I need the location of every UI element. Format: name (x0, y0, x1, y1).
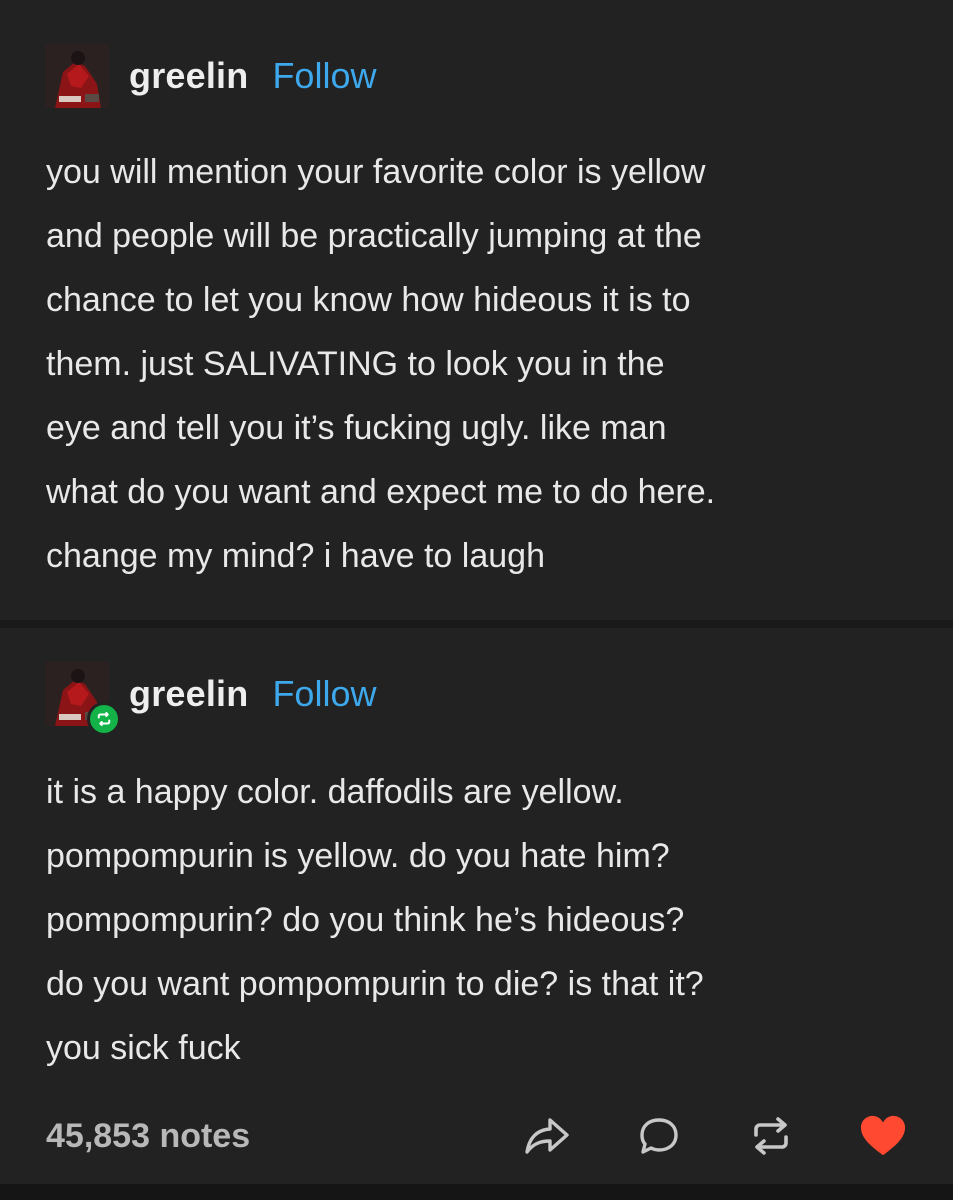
reply-button[interactable] (635, 1112, 683, 1160)
post-line: chance to let you know how hideous it is… (46, 281, 691, 319)
post-divider (0, 620, 953, 628)
share-arrow-icon (525, 1118, 569, 1154)
post-line: them. just SALIVATING to look you in the (46, 345, 665, 383)
user-avatar-icon (45, 44, 109, 108)
post-line: you sick fuck (46, 1029, 241, 1067)
post-line: and people will be practically jumping a… (46, 217, 702, 255)
username[interactable]: greelin (129, 55, 248, 97)
reblog-post: greelin Follow it is a happy color. daff… (0, 628, 953, 1184)
post-line: you will mention your favorite color is … (46, 153, 706, 191)
post-footer: 45,853 notes (46, 1106, 907, 1166)
post-line: what do you want and expect me to do her… (46, 473, 716, 511)
share-button[interactable] (523, 1112, 571, 1160)
original-post: greelin Follow you will mention your fav… (0, 0, 953, 620)
username[interactable]: greelin (129, 673, 248, 715)
reblog-icon (754, 1117, 788, 1155)
avatar[interactable] (45, 662, 121, 736)
reblog-button[interactable] (747, 1112, 795, 1160)
post-body: you will mention your favorite color is … (46, 140, 926, 588)
post-actions (459, 1112, 907, 1160)
post-line: do you want pompompurin to die? is that … (46, 965, 704, 1003)
follow-button[interactable]: Follow (272, 673, 376, 715)
like-button[interactable] (859, 1112, 907, 1160)
follow-button[interactable]: Follow (272, 55, 376, 97)
heart-icon (860, 1115, 906, 1156)
notes-count[interactable]: 45,853 notes (46, 1117, 250, 1156)
post-body: it is a happy color. daffodils are yello… (46, 760, 926, 1080)
post-header: greelin Follow (45, 44, 376, 108)
post-header: greelin Follow (45, 662, 376, 736)
post-line: pompompurin is yellow. do you hate him? (46, 837, 670, 875)
post-line: it is a happy color. daffodils are yello… (46, 773, 624, 811)
speech-bubble-icon (640, 1118, 678, 1154)
post-line: change my mind? i have to laugh (46, 537, 545, 575)
bottom-edge (0, 1184, 953, 1200)
post-line: eye and tell you it’s fucking ugly. like… (46, 409, 667, 447)
reblog-badge-icon (87, 702, 121, 736)
post-line: pompompurin? do you think he’s hideous? (46, 901, 685, 939)
avatar[interactable] (45, 44, 109, 108)
